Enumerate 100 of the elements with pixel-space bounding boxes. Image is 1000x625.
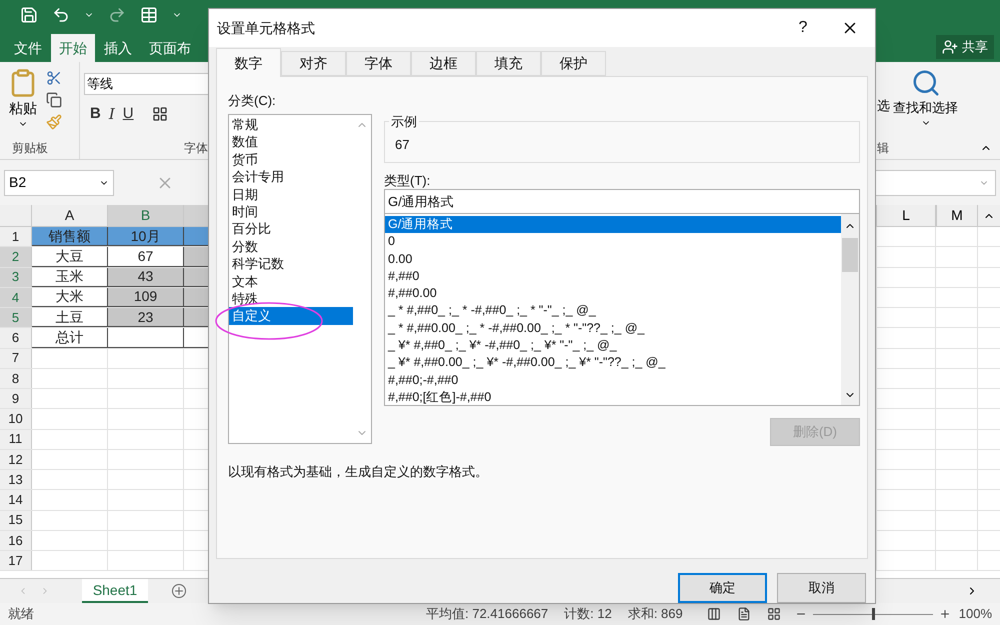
table-cell[interactable]: 销售额: [32, 227, 108, 246]
dialog-tab[interactable]: 字体: [346, 51, 411, 76]
form-icon[interactable]: [140, 6, 158, 24]
row-header[interactable]: 14: [0, 490, 32, 510]
row-header[interactable]: 4: [0, 288, 32, 307]
row-header[interactable]: 7: [0, 348, 32, 368]
format-item[interactable]: _ * #,##0.00_ ;_ * -#,##0.00_ ;_ * "-"??_ ;_ @_: [385, 320, 841, 338]
zoom-level[interactable]: 100%: [958, 604, 992, 624]
row-header[interactable]: 6: [0, 328, 32, 348]
row-header[interactable]: 8: [0, 368, 32, 388]
format-item[interactable]: _ * #,##0_ ;_ * -#,##0_ ;_ * "-"_ ;_ @_: [385, 302, 841, 320]
table-cell[interactable]: [108, 328, 184, 348]
row-header[interactable]: 3: [0, 268, 32, 287]
italic-button[interactable]: I: [108, 103, 115, 126]
table-cell[interactable]: 大豆: [32, 247, 108, 266]
cut-icon[interactable]: [46, 70, 62, 86]
normal-view-icon[interactable]: [706, 607, 721, 621]
row-header[interactable]: 16: [0, 530, 32, 550]
underline-button[interactable]: U: [122, 103, 134, 126]
copy-icon[interactable]: [46, 92, 62, 108]
row-header[interactable]: 13: [0, 470, 32, 490]
cancel-button[interactable]: 取消: [777, 573, 866, 603]
undo-icon[interactable]: [52, 6, 70, 24]
column-header[interactable]: M: [936, 205, 978, 226]
table-cell[interactable]: 总计: [32, 328, 108, 348]
bold-button[interactable]: B: [90, 103, 101, 126]
table-cell[interactable]: 23: [108, 308, 184, 328]
row-header[interactable]: 1: [0, 227, 32, 246]
format-item[interactable]: _ ¥* #,##0.00_ ;_ ¥* -#,##0.00_ ;_ ¥* "-"??_ ;_ @_: [385, 354, 841, 372]
page-layout-icon[interactable]: [736, 607, 751, 621]
dialog-tab[interactable]: 边框: [411, 51, 476, 76]
dialog-tab[interactable]: 填充: [476, 51, 541, 76]
dialog-tab[interactable]: 保护: [541, 51, 606, 76]
ribbon-tab[interactable]: 开始: [51, 34, 95, 62]
filter-label[interactable]: 选: [877, 96, 890, 137]
zoom-slider[interactable]: [812, 608, 933, 620]
name-box[interactable]: B2: [4, 170, 114, 196]
category-item[interactable]: 时间: [229, 202, 353, 220]
save-icon[interactable]: [20, 6, 38, 24]
find-select-label[interactable]: 查找和选择: [893, 98, 958, 118]
category-item[interactable]: 数值: [229, 133, 353, 151]
type-label: 类型(T):: [384, 172, 432, 189]
format-item[interactable]: 0.00: [385, 250, 841, 268]
group-label: 字体: [184, 140, 208, 157]
format-item[interactable]: #,##0;-#,##0: [385, 372, 841, 389]
format-item[interactable]: G/通用格式: [385, 216, 841, 234]
ok-button[interactable]: 确定: [678, 573, 767, 603]
format-item[interactable]: #,##0.00: [385, 285, 841, 302]
category-item[interactable]: 科学记数: [229, 255, 353, 273]
table-cell[interactable]: 43: [108, 268, 184, 287]
category-item[interactable]: 百分比: [229, 220, 353, 238]
row-header[interactable]: 11: [0, 430, 32, 449]
format-item[interactable]: _ ¥* #,##0_ ;_ ¥* -#,##0_ ;_ ¥* "-"_ ;_ @_: [385, 337, 841, 354]
border-icon[interactable]: [152, 106, 168, 122]
type-field[interactable]: G/通用格式: [384, 189, 860, 214]
sheet-tab[interactable]: Sheet1: [82, 579, 148, 603]
table-cell[interactable]: 67: [108, 247, 184, 266]
share-button[interactable]: 共享: [936, 35, 994, 59]
row-header[interactable]: 12: [0, 450, 32, 469]
add-sheet-icon[interactable]: [172, 584, 186, 598]
category-item[interactable]: 分数: [229, 238, 353, 256]
column-header[interactable]: B: [108, 205, 184, 226]
category-item[interactable]: 文本: [229, 272, 353, 290]
ribbon-tab[interactable]: 页面布: [141, 34, 199, 62]
category-item[interactable]: 特殊: [229, 290, 353, 308]
category-label: 分类(C):: [228, 92, 277, 110]
row-header[interactable]: 15: [0, 510, 32, 530]
paste-label[interactable]: 粘贴: [9, 98, 37, 119]
brush-icon[interactable]: [46, 114, 62, 130]
category-item[interactable]: 货币: [229, 150, 353, 168]
dialog-tab[interactable]: 数字: [216, 48, 281, 77]
category-item[interactable]: 自定义: [229, 307, 353, 325]
table-cell[interactable]: 大米: [32, 288, 108, 307]
dialog-tab[interactable]: 对齐: [281, 51, 346, 76]
row-header[interactable]: 9: [0, 389, 32, 408]
ribbon-tab[interactable]: 文件: [6, 34, 50, 62]
row-header[interactable]: 5: [0, 308, 32, 328]
search-icon[interactable]: [910, 68, 940, 98]
category-list[interactable]: 常规 数值 货币 会计专用 日期 时间 百分比 分数 科学记数 文本 特殊 自定义: [228, 114, 372, 444]
row-header[interactable]: 17: [0, 551, 32, 570]
row-header[interactable]: 10: [0, 409, 32, 428]
table-cell[interactable]: 玉米: [32, 268, 108, 287]
status-stat: 平均值: 72.41666667: [426, 605, 548, 624]
row-header[interactable]: 2: [0, 247, 32, 266]
format-item[interactable]: #,##0;[红色]-#,##0: [385, 388, 841, 405]
scroll-thumb[interactable]: [842, 238, 858, 272]
category-item[interactable]: 会计专用: [229, 168, 353, 186]
zoom-slider-thumb[interactable]: [872, 608, 875, 620]
help-button[interactable]: ?: [791, 16, 815, 40]
zoom-in-icon[interactable]: [938, 608, 951, 620]
table-cell[interactable]: 土豆: [32, 308, 108, 328]
category-item[interactable]: 常规: [229, 116, 353, 134]
format-item[interactable]: #,##0: [385, 268, 841, 286]
table-cell[interactable]: 109: [108, 288, 184, 307]
ribbon-tab[interactable]: 插入: [96, 34, 140, 62]
category-item[interactable]: 日期: [229, 186, 353, 203]
format-list[interactable]: [384, 214, 860, 406]
format-item[interactable]: 0: [385, 233, 841, 251]
page-break-icon[interactable]: [766, 607, 781, 621]
table-cell[interactable]: 10月: [108, 227, 184, 246]
